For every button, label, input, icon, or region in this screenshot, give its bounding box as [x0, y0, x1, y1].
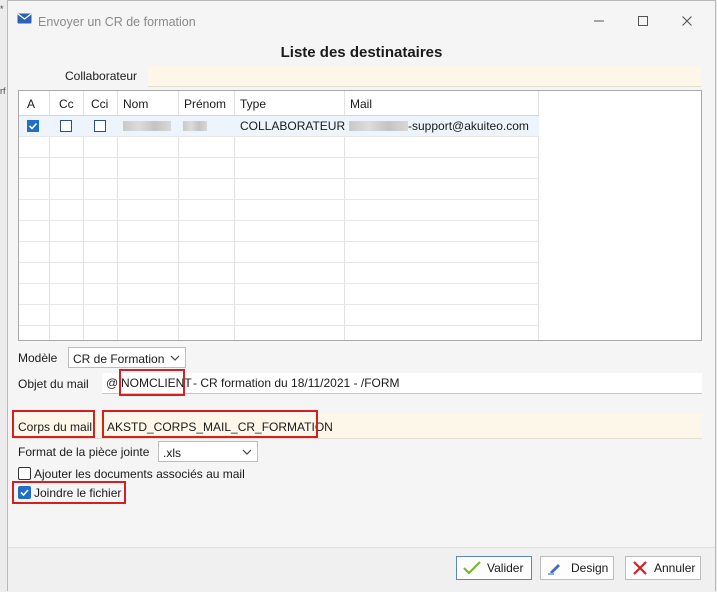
format-select[interactable]: .xls [158, 441, 258, 462]
highlight-box-corps-label [12, 410, 95, 438]
minimize-button[interactable] [583, 9, 615, 33]
highlight-box-corps-value [102, 410, 318, 438]
chevron-down-icon [170, 355, 180, 361]
edge-glyph: rf [0, 86, 6, 96]
column-header-prenom[interactable]: Prénom [184, 97, 226, 111]
ajouter-checkbox[interactable] [18, 467, 31, 480]
background-window-edge: * rf [0, 0, 7, 592]
a-checkbox[interactable] [27, 120, 39, 132]
mail-cell: -support@akuiteo.com [408, 119, 529, 133]
highlight-box-joindre [12, 481, 126, 504]
prenom-redacted [183, 121, 207, 131]
nom-redacted [123, 121, 171, 131]
cci-checkbox[interactable] [94, 120, 106, 132]
collaborateur-field[interactable] [148, 66, 701, 87]
column-header-nom[interactable]: Nom [123, 97, 148, 111]
cancel-x-icon [633, 561, 647, 575]
mail-redacted [349, 121, 408, 131]
maximize-icon [638, 16, 648, 26]
chevron-down-icon [242, 449, 252, 455]
window-title: Envoyer un CR de formation [38, 15, 196, 29]
checkmark-icon [28, 122, 38, 130]
button-bar: Valider Design Annuler [8, 547, 715, 592]
column-header-a[interactable]: A [27, 97, 35, 111]
checkmark-icon [463, 561, 481, 575]
objet-label: Objet du mail [18, 377, 89, 391]
format-label: Format de la pièce jointe [18, 445, 150, 459]
annuler-button[interactable]: Annuler [625, 556, 701, 580]
close-button[interactable] [671, 9, 703, 33]
close-icon [682, 16, 692, 26]
maximize-button[interactable] [627, 9, 659, 33]
cc-checkbox[interactable] [60, 120, 72, 132]
mail-app-icon [17, 13, 32, 24]
modele-select[interactable]: CR de Formation [68, 347, 186, 368]
column-header-mail[interactable]: Mail [350, 97, 372, 111]
title-bar[interactable]: Envoyer un CR de formation [8, 1, 715, 41]
type-cell: COLLABORATEUR [240, 119, 346, 133]
column-header-cci[interactable]: Cci [91, 97, 108, 111]
modele-label: Modèle [18, 351, 58, 365]
objet-suffix: - CR formation du 18/11/2021 - /FORM [193, 376, 400, 390]
table-row[interactable]: COLLABORATEUR -support@akuiteo.com [19, 116, 539, 136]
edge-glyph: * [0, 4, 4, 14]
ajouter-label[interactable]: Ajouter les documents associés au mail [34, 467, 245, 481]
objet-field[interactable]: @ NOMCLIENT - CR formation du 18/11/2021… [102, 373, 702, 394]
dialog-window: Envoyer un CR de formation Liste des des… [7, 0, 716, 592]
minimize-icon [594, 20, 604, 22]
collaborateur-label: Collaborateur [65, 69, 138, 83]
highlight-box-nomclient [119, 369, 185, 396]
column-header-cc[interactable]: Cc [59, 97, 74, 111]
page-title: Liste des destinataires [280, 44, 443, 61]
column-header-type[interactable]: Type [240, 97, 266, 111]
objet-prefix: @ [106, 376, 119, 390]
valider-button[interactable]: Valider [456, 556, 532, 580]
design-button[interactable]: Design [540, 556, 614, 580]
design-pen-icon [548, 564, 560, 575]
recipients-grid[interactable]: A Cc Cci Nom Prénom Type Mail COLLABORAT… [18, 90, 702, 341]
